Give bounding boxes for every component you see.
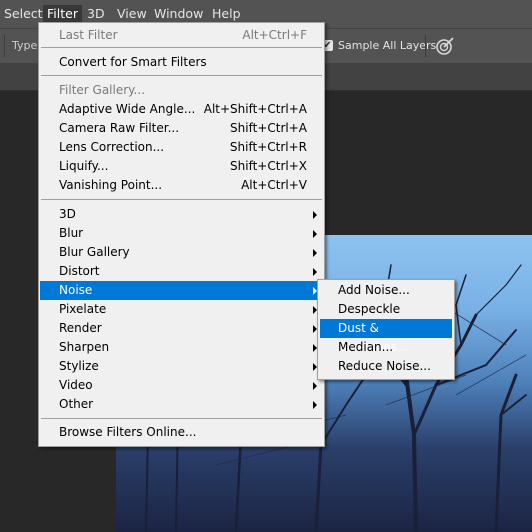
menu-item-blur-gallery[interactable]: Blur Gallery bbox=[40, 243, 323, 262]
menu-item-label: Lens Correction... bbox=[59, 140, 165, 154]
menu-item-label: Median... bbox=[338, 340, 394, 354]
menu-item-label: Browse Filters Online... bbox=[59, 425, 197, 439]
menu-item-3d[interactable]: 3D bbox=[40, 205, 323, 224]
submenu-arrow-icon bbox=[313, 249, 317, 257]
menu-separator bbox=[41, 47, 322, 48]
menu-item-blur[interactable]: Blur bbox=[40, 224, 323, 243]
menu-item-label: Liquify... bbox=[59, 159, 109, 173]
menu-item-video[interactable]: Video bbox=[40, 376, 323, 395]
divider bbox=[4, 35, 5, 57]
menu-separator bbox=[41, 75, 322, 76]
submenu-item-add-noise[interactable]: Add Noise... bbox=[320, 281, 452, 300]
menu-help[interactable]: Help bbox=[208, 5, 245, 23]
submenu-arrow-icon bbox=[313, 211, 317, 219]
submenu-item-dust-and-scratches[interactable]: Dust & Scratches... bbox=[320, 319, 452, 354]
menu-item-convert-for-smart-filters[interactable]: Convert for Smart Filters bbox=[40, 53, 323, 72]
menu-item-label: Noise bbox=[59, 283, 93, 297]
menu-item-label: Last Filter bbox=[59, 28, 118, 42]
submenu-item-despeckle[interactable]: Despeckle bbox=[320, 300, 452, 319]
menu-item-render[interactable]: Render bbox=[40, 319, 323, 338]
submenu-item-median[interactable]: Median... bbox=[320, 338, 452, 357]
menu-3d[interactable]: 3D bbox=[83, 5, 109, 23]
menu-item-shortcut: Shift+Ctrl+A bbox=[230, 121, 307, 135]
menu-item-label: Other bbox=[59, 397, 94, 411]
menu-item-adaptive-wide-angle[interactable]: Adaptive Wide Angle... Alt+Shift+Ctrl+A bbox=[40, 100, 323, 119]
sample-all-layers-label[interactable]: Sample All Layers bbox=[338, 39, 436, 52]
menu-select[interactable]: Select bbox=[0, 5, 47, 23]
submenu-arrow-icon bbox=[313, 230, 317, 238]
menu-item-camera-raw-filter[interactable]: Camera Raw Filter... Shift+Ctrl+A bbox=[40, 119, 323, 138]
noise-submenu: Add Noise... Despeckle Dust & Scratches.… bbox=[317, 279, 455, 380]
menu-item-label: Reduce Noise... bbox=[338, 359, 431, 373]
menu-filter[interactable]: Filter bbox=[43, 5, 82, 23]
menu-item-lens-correction[interactable]: Lens Correction... Shift+Ctrl+R bbox=[40, 138, 323, 157]
submenu-arrow-icon bbox=[313, 382, 317, 390]
menu-item-stylize[interactable]: Stylize bbox=[40, 357, 323, 376]
menu-separator bbox=[41, 418, 322, 419]
menu-item-label: Convert for Smart Filters bbox=[59, 55, 207, 69]
menu-item-browse-filters-online[interactable]: Browse Filters Online... bbox=[40, 423, 323, 442]
menu-item-sharpen[interactable]: Sharpen bbox=[40, 338, 323, 357]
menu-item-pixelate[interactable]: Pixelate bbox=[40, 300, 323, 319]
menu-item-label: Blur Gallery bbox=[59, 245, 130, 259]
divider bbox=[425, 35, 426, 57]
menu-item-label: Render bbox=[59, 321, 102, 335]
menu-item-label: Sharpen bbox=[59, 340, 110, 354]
menu-item-filter-gallery[interactable]: Filter Gallery... bbox=[40, 81, 323, 100]
menu-item-label: 3D bbox=[59, 207, 76, 221]
menu-item-vanishing-point[interactable]: Vanishing Point... Alt+Ctrl+V bbox=[40, 176, 323, 195]
menu-item-distort[interactable]: Distort bbox=[40, 262, 323, 281]
menu-item-label: Blur bbox=[59, 226, 84, 240]
menu-item-shortcut: Shift+Ctrl+R bbox=[229, 140, 307, 154]
menu-item-shortcut: Alt+Ctrl+V bbox=[241, 178, 307, 192]
submenu-arrow-icon bbox=[313, 401, 317, 409]
menu-item-shortcut: Shift+Ctrl+X bbox=[230, 159, 307, 173]
menu-item-label: Video bbox=[59, 378, 93, 392]
menu-item-label: Stylize bbox=[59, 359, 99, 373]
menu-item-label: Adaptive Wide Angle... bbox=[59, 102, 196, 116]
type-label: Type: bbox=[12, 39, 41, 52]
submenu-item-reduce-noise[interactable]: Reduce Noise... bbox=[320, 357, 452, 376]
pressure-brush-icon[interactable] bbox=[434, 35, 456, 57]
menu-item-label: Filter Gallery... bbox=[59, 83, 146, 97]
menu-item-shortcut: Alt+Ctrl+F bbox=[242, 28, 307, 42]
menu-item-label: Vanishing Point... bbox=[59, 178, 163, 192]
menu-item-label: Distort bbox=[59, 264, 100, 278]
menu-item-label: Pixelate bbox=[59, 302, 107, 316]
menu-view[interactable]: View bbox=[113, 5, 151, 23]
menu-item-other[interactable]: Other bbox=[40, 395, 323, 414]
submenu-arrow-icon bbox=[313, 268, 317, 276]
menu-item-last-filter[interactable]: Last Filter Alt+Ctrl+F bbox=[40, 26, 323, 45]
menu-item-label: Camera Raw Filter... bbox=[59, 121, 180, 135]
menu-item-liquify[interactable]: Liquify... Shift+Ctrl+X bbox=[40, 157, 323, 176]
menu-separator bbox=[41, 199, 322, 200]
menu-item-noise[interactable]: Noise bbox=[40, 281, 323, 300]
menu-item-label: Add Noise... bbox=[338, 283, 410, 297]
menu-item-shortcut: Alt+Shift+Ctrl+A bbox=[203, 102, 307, 116]
menu-window[interactable]: Window bbox=[150, 5, 207, 23]
menu-item-label: Despeckle bbox=[338, 302, 401, 316]
filter-menu: Last Filter Alt+Ctrl+F Convert for Smart… bbox=[38, 22, 325, 447]
